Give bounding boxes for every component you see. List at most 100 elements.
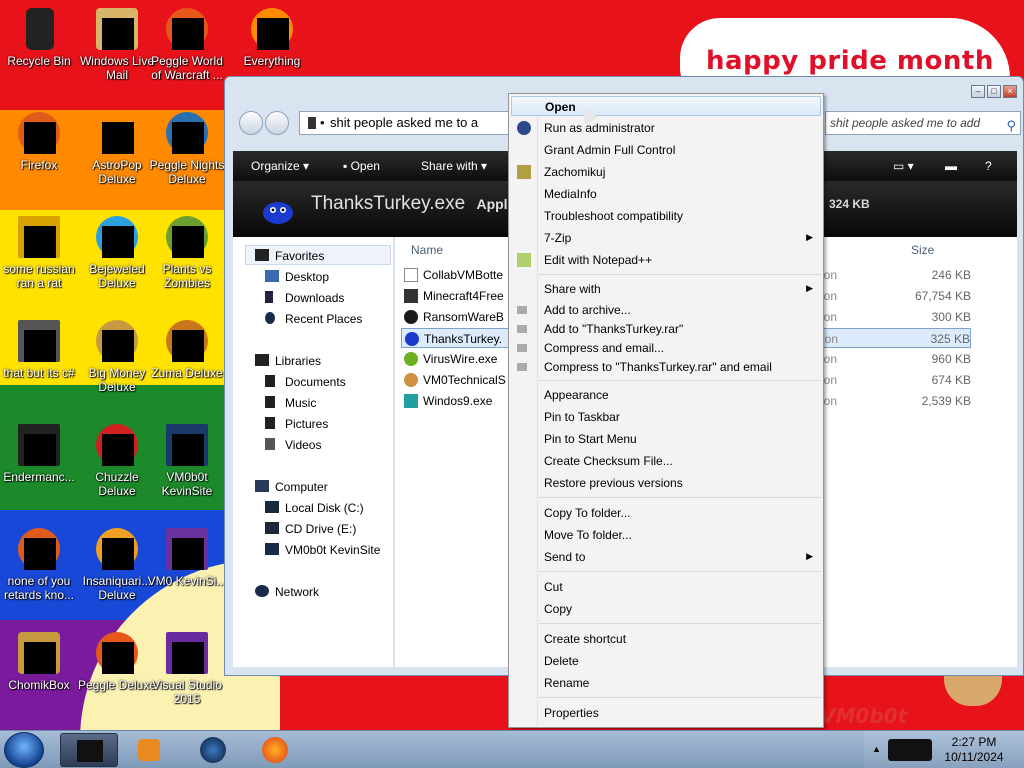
nav-local-disk[interactable]: Local Disk (C:)	[265, 501, 364, 515]
menu-item-pin-start[interactable]: Pin to Start Menu	[511, 429, 821, 449]
nav-music[interactable]: Music	[265, 396, 316, 410]
submenu-arrow-icon: ▶	[806, 283, 813, 293]
taskbar-media-player-button[interactable]	[120, 733, 178, 767]
desktop-icon-plants-vs-zombies[interactable]: Plants vs Zombies	[145, 214, 229, 290]
menu-item-copy-to-folder[interactable]: Copy To folder...	[511, 503, 821, 523]
menu-item-troubleshoot[interactable]: Troubleshoot compatibility	[511, 206, 821, 226]
menu-item-rename[interactable]: Rename	[511, 673, 821, 693]
nav-cd-drive[interactable]: CD Drive (E:)	[265, 522, 356, 536]
show-hidden-icons-icon[interactable]: ▲	[872, 744, 881, 754]
clock-time: 2:27 PM	[951, 735, 997, 749]
ransomware-icon	[404, 310, 418, 324]
taskbar-explorer-button[interactable]	[60, 733, 118, 767]
column-header-name[interactable]: Name	[411, 243, 443, 257]
context-menu: Open Run as administrator Grant Admin Fu…	[508, 93, 824, 728]
nav-downloads[interactable]: Downloads	[265, 291, 344, 305]
menu-item-restore-versions[interactable]: Restore previous versions	[511, 473, 821, 493]
nav-documents[interactable]: Documents	[265, 375, 346, 389]
menu-item-open[interactable]: Open	[511, 96, 821, 116]
breadcrumb-separator: •	[320, 115, 325, 130]
desktop-icon-vm0-kevinsite[interactable]: VM0 KevinSi...	[145, 526, 229, 588]
menu-item-appearance[interactable]: Appearance	[511, 385, 821, 405]
organize-button[interactable]: Organize ▾	[251, 159, 309, 173]
desktop-icon-endermanch[interactable]: Endermanc...	[0, 422, 81, 484]
search-input[interactable]: shit people asked me to add ⚲	[825, 111, 1021, 135]
open-button[interactable]: ▪ Open	[343, 159, 380, 173]
maximize-button[interactable]: □	[987, 85, 1001, 98]
desktop-icon-russian-rat[interactable]: some russian ran a rat	[0, 214, 81, 290]
share-with-button[interactable]: Share with ▾	[421, 159, 487, 173]
desktop-icon-none-of-you[interactable]: none of you retards kno...	[0, 526, 81, 602]
taskbar-firefox-button[interactable]	[246, 733, 304, 767]
desktop-icon-recycle-bin[interactable]: Recycle Bin	[0, 6, 81, 68]
menu-item-delete[interactable]: Delete	[511, 651, 821, 671]
chomikuj-icon	[517, 165, 531, 179]
back-button[interactable]	[239, 111, 263, 135]
folder-icon	[308, 117, 316, 129]
desktop-icon-zuma[interactable]: Zuma Deluxe	[145, 318, 229, 380]
menu-item-add-to-rar[interactable]: Add to "ThanksTurkey.rar"	[511, 319, 821, 339]
menu-item-pin-taskbar[interactable]: Pin to Taskbar	[511, 407, 821, 427]
desktop-icon-firefox[interactable]: Firefox	[0, 110, 81, 172]
menu-item-edit-notepadpp[interactable]: Edit with Notepad++	[511, 250, 821, 270]
forward-button[interactable]	[265, 111, 289, 135]
menu-item-run-as-admin[interactable]: Run as administrator	[511, 118, 821, 138]
desktop-icon-that-but-csharp[interactable]: that but its c#	[0, 318, 81, 380]
menu-item-properties[interactable]: Properties	[511, 703, 821, 723]
nav-libraries[interactable]: Libraries	[255, 354, 321, 368]
turkey-icon	[405, 332, 419, 346]
network-tray-icon[interactable]	[888, 739, 932, 761]
minimize-button[interactable]: –	[971, 85, 985, 98]
windows-icon	[404, 394, 418, 408]
libraries-icon	[255, 354, 269, 366]
details-file-size: 324 KB	[829, 197, 870, 211]
column-header-size[interactable]: Size	[911, 243, 934, 257]
globe-icon	[200, 737, 226, 763]
details-file-name: ThanksTurkey.exe Appl	[311, 193, 508, 214]
music-icon	[265, 396, 275, 408]
desktop-icon-everything[interactable]: Everything	[230, 6, 314, 68]
menu-separator	[539, 274, 821, 275]
nav-recent-places[interactable]: Recent Places	[265, 312, 362, 326]
menu-item-send-to[interactable]: Send to ▶	[511, 547, 821, 567]
viruswire-icon	[404, 352, 418, 366]
documents-icon	[265, 375, 275, 387]
start-button[interactable]	[4, 732, 44, 768]
menu-item-compress-email[interactable]: Compress and email...	[511, 338, 821, 358]
menu-item-create-shortcut[interactable]: Create shortcut	[511, 629, 821, 649]
network-drive-icon	[265, 543, 279, 555]
nav-desktop[interactable]: Desktop	[265, 270, 329, 284]
desktop-icon-vm0b0t-kevinsite[interactable]: VM0b0t KevinSite	[145, 422, 229, 498]
search-icon[interactable]: ⚲	[1006, 115, 1016, 134]
menu-item-cut[interactable]: Cut	[511, 577, 821, 597]
menu-item-compress-rar-email[interactable]: Compress to "ThanksTurkey.rar" and email	[511, 357, 821, 377]
view-options-icon[interactable]: ▭ ▾	[893, 159, 914, 173]
menu-item-grant-admin[interactable]: Grant Admin Full Control	[511, 140, 821, 160]
nav-network[interactable]: Network	[255, 585, 319, 599]
menu-item-copy[interactable]: Copy	[511, 599, 821, 619]
menu-item-zachomikuj[interactable]: Zachomikuj	[511, 162, 821, 182]
taskbar-app-button[interactable]	[184, 733, 242, 767]
desktop-icon-chomikbox[interactable]: ChomikBox	[0, 630, 81, 692]
nav-videos[interactable]: Videos	[265, 438, 321, 452]
desktop-icon-peggle-wow[interactable]: Peggle World of Warcraft ...	[145, 6, 229, 82]
menu-item-share-with[interactable]: Share with ▶	[511, 279, 821, 299]
nav-favorites[interactable]: Favorites	[255, 249, 324, 263]
clock[interactable]: 2:27 PM 10/11/2024	[938, 735, 1010, 765]
close-button[interactable]: ×	[1003, 85, 1017, 98]
menu-item-move-to-folder[interactable]: Move To folder...	[511, 525, 821, 545]
nav-computer[interactable]: Computer	[255, 480, 328, 494]
nav-pictures[interactable]: Pictures	[265, 417, 328, 431]
menu-item-mediainfo[interactable]: MediaInfo	[511, 184, 821, 204]
help-icon[interactable]: ?	[985, 159, 992, 173]
menu-item-add-to-archive[interactable]: Add to archive...	[511, 300, 821, 320]
submenu-arrow-icon: ▶	[806, 232, 813, 242]
preview-pane-icon[interactable]: ▬	[945, 159, 957, 173]
menu-item-7zip[interactable]: 7-Zip ▶	[511, 228, 821, 248]
menu-item-create-checksum[interactable]: Create Checksum File...	[511, 451, 821, 471]
desktop-icon-peggle-nights[interactable]: Peggle Nights Deluxe	[145, 110, 229, 186]
nav-kevinsite[interactable]: VM0b0t KevinSite	[265, 543, 380, 557]
menu-separator	[539, 623, 821, 624]
recent-places-icon	[265, 312, 275, 324]
desktop-icon-visual-studio[interactable]: Visual Studio 2015	[145, 630, 229, 706]
